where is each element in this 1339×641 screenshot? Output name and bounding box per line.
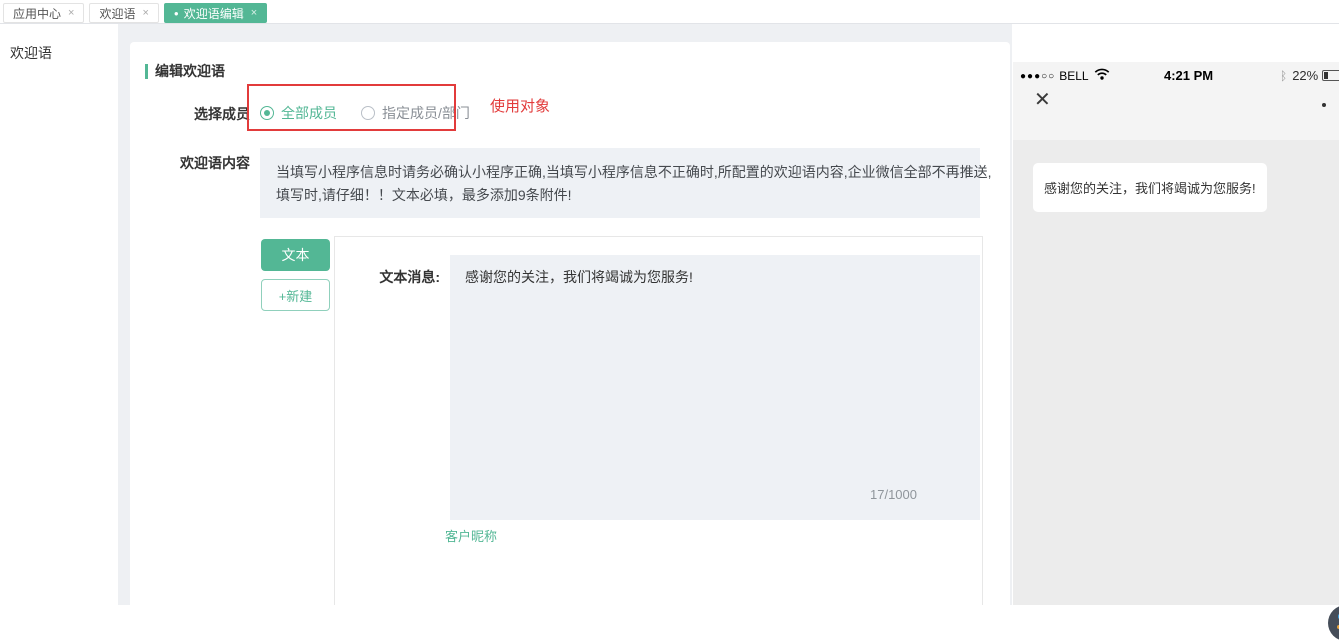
message-text: 感谢您的关注，我们将竭诚为您服务! bbox=[465, 269, 693, 285]
edit-welcome-card: 编辑欢迎语 选择成员 全部成员 指定成员/部门 使用对象 欢迎语内容 当填写小程… bbox=[130, 42, 1010, 605]
phone-chat-area: 感谢您的关注，我们将竭诚为您服务! bbox=[1013, 140, 1339, 605]
phone-navbar: ●●●○○ BELL 4:21 PM ᛒ 22% bbox=[1013, 62, 1339, 140]
active-dot-icon: ● bbox=[174, 9, 179, 18]
message-textarea[interactable]: 感谢您的关注，我们将竭诚为您服务! 17/1000 bbox=[450, 255, 980, 520]
member-select-label: 选择成员 bbox=[130, 104, 250, 124]
phone-status-bar: ●●●○○ BELL 4:21 PM ᛒ 22% bbox=[1013, 66, 1339, 81]
customer-nickname-link[interactable]: 客户昵称 bbox=[445, 526, 497, 545]
section-accent-bar bbox=[145, 64, 148, 79]
tab-welcome-edit[interactable]: ● 欢迎语编辑 × bbox=[164, 3, 267, 23]
notice-line-2: 填写时,请仔细！！文本必填，最多添加9条附件! bbox=[276, 184, 964, 207]
tab-close-icon[interactable]: × bbox=[68, 7, 74, 19]
char-counter: 17/1000 bbox=[870, 487, 917, 502]
chat-bubble: 感谢您的关注，我们将竭诚为您服务! bbox=[1033, 163, 1267, 212]
tab-close-icon[interactable]: × bbox=[251, 7, 257, 19]
annotation-highlight-box bbox=[247, 84, 456, 131]
menu-dot-icon bbox=[1322, 103, 1326, 107]
tab-app-center[interactable]: 应用中心 × bbox=[3, 3, 84, 23]
tab-label: 应用中心 bbox=[13, 5, 61, 22]
notice-line-1: 当填写小程序信息时请务必确认小程序正确,当填写小程序信息不正确时,所配置的欢迎语… bbox=[276, 161, 964, 184]
floating-widget-button[interactable] bbox=[1328, 605, 1339, 641]
right-status-group: ᛒ 22% bbox=[1280, 68, 1339, 83]
clock-label: 4:21 PM bbox=[1164, 68, 1213, 83]
tab-label: 欢迎语编辑 bbox=[184, 5, 244, 22]
phone-preview: ●●●○○ BELL 4:21 PM ᛒ 22% bbox=[1013, 62, 1339, 605]
tab-label: 欢迎语 bbox=[99, 5, 135, 22]
sidebar: 欢迎语 bbox=[0, 24, 118, 605]
page-title: 编辑欢迎语 bbox=[155, 61, 225, 81]
panel-border bbox=[334, 236, 983, 237]
welcome-content-label: 欢迎语内容 bbox=[130, 153, 250, 173]
sidebar-item-welcome[interactable]: 欢迎语 bbox=[0, 24, 118, 63]
panel-border bbox=[334, 236, 335, 605]
main-content-background: 编辑欢迎语 选择成员 全部成员 指定成员/部门 使用对象 欢迎语内容 当填写小程… bbox=[118, 24, 1012, 605]
battery-percent-label: 22% bbox=[1292, 68, 1318, 83]
tab-welcome[interactable]: 欢迎语 × bbox=[89, 3, 158, 23]
tab-bar: 应用中心 × 欢迎语 × ● 欢迎语编辑 × bbox=[0, 0, 1339, 24]
tab-close-icon[interactable]: × bbox=[142, 7, 148, 19]
bluetooth-icon: ᛒ bbox=[1280, 69, 1287, 83]
panel-border bbox=[982, 236, 983, 605]
section-header: 编辑欢迎语 bbox=[145, 61, 225, 81]
notice-box: 当填写小程序信息时请务必确认小程序正确,当填写小程序信息不正确时,所配置的欢迎语… bbox=[260, 148, 980, 218]
wifi-icon bbox=[1094, 67, 1110, 85]
signal-group: ●●●○○ BELL bbox=[1020, 67, 1110, 85]
carrier-label: BELL bbox=[1059, 69, 1088, 83]
battery-icon bbox=[1322, 70, 1339, 81]
signal-strength-icon: ●●●○○ bbox=[1020, 71, 1055, 82]
text-message-label: 文本消息: bbox=[320, 267, 440, 287]
phone-preview-column: ●●●○○ BELL 4:21 PM ᛒ 22% bbox=[1012, 24, 1339, 605]
close-icon: ✕ bbox=[1034, 90, 1051, 110]
annotation-text: 使用对象 bbox=[490, 95, 550, 116]
